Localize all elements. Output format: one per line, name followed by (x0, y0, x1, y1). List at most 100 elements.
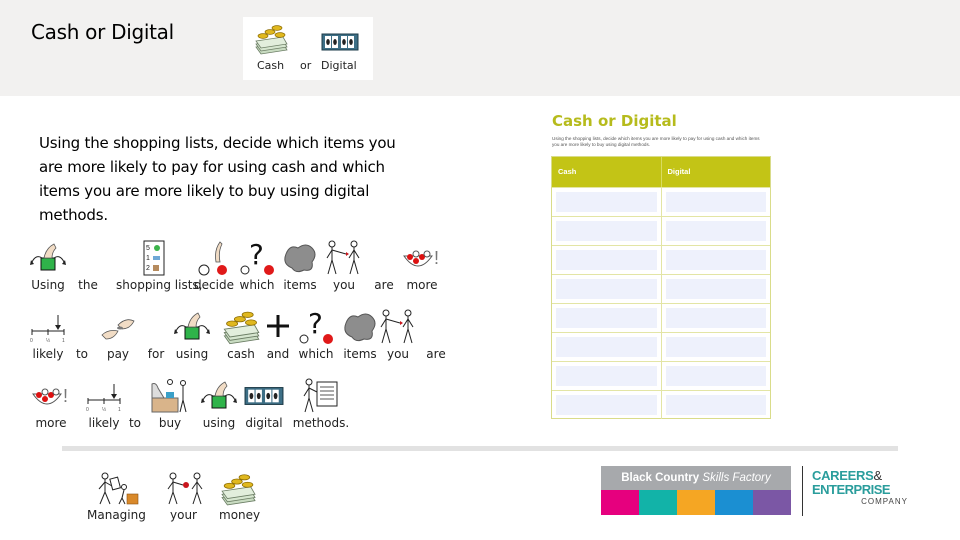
header-band (0, 0, 960, 96)
symbol-word-label: and (266, 347, 290, 361)
symbol-row-2: 0 ½ 1 likely to pay for using cash and? which items… (24, 305, 464, 365)
worksheet-table-cell (552, 304, 662, 332)
symbol-word-label: methods. (292, 416, 350, 430)
symbol-word: are (424, 305, 448, 365)
footer-symbols: Managing your money (80, 468, 280, 528)
worksheet-table-cell (662, 246, 771, 274)
shopping-list-icon: 5 1 2 (134, 240, 174, 276)
worksheet-cell-fill (556, 366, 657, 386)
symbol-word: you (324, 236, 364, 296)
worksheet-table-cell (552, 333, 662, 361)
symbol-word: for (144, 305, 168, 365)
symbol-word-label: are (374, 278, 394, 292)
worksheet-table-cell (662, 333, 771, 361)
symbol-word-label: likely (88, 416, 120, 430)
worksheet-cell-fill (665, 192, 766, 212)
worksheet-cell-fill (556, 221, 657, 241)
symbol-word-label: decide (194, 278, 234, 292)
title-symbol-label: or (300, 59, 312, 72)
symbol-word-label: items (343, 347, 377, 361)
bcsf-logo-stripe (639, 490, 677, 515)
symbol-word: and (264, 305, 292, 365)
title-symbol-label: Cash (257, 59, 285, 72)
you-people-icon (324, 240, 364, 276)
items-blob-icon (340, 309, 380, 345)
symbol-word: pay (96, 305, 140, 365)
symbol-word-label: using (202, 416, 236, 430)
bcsf-logo-stripe (677, 490, 715, 515)
svg-text:0: 0 (30, 338, 33, 344)
worksheet-cell-fill (665, 366, 766, 386)
symbol-word: buy (148, 374, 192, 434)
cash-icon (255, 25, 288, 55)
symbol-word-label: you (386, 347, 410, 361)
cash-icon (221, 309, 261, 345)
using-hand-icon (199, 378, 239, 414)
worksheet-table-row (552, 303, 770, 332)
symbol-word: using (197, 374, 241, 434)
svg-text:?: ? (249, 240, 264, 271)
symbol-word-label: for (147, 347, 165, 361)
worksheet-table-row (552, 390, 770, 419)
managing-icon (98, 472, 139, 505)
symbol-word: digital (242, 374, 286, 434)
bcsf-logo-stripe (601, 490, 639, 515)
more-bowl-icon: ! (31, 378, 71, 414)
worksheet-description: Using the shopping lists, decide which i… (552, 136, 760, 147)
cec-logo-amp: & (873, 468, 882, 483)
symbol-word: cash (219, 305, 263, 365)
symbol-word-label: which (298, 347, 334, 361)
symbol-word-label: pay (106, 347, 130, 361)
symbol-word: 0 ½ 1 likely (82, 374, 126, 434)
more-bowl-icon: ! (402, 240, 442, 276)
symbol-word: ? which (237, 236, 277, 296)
likely-scale-icon: 0 ½ 1 (84, 378, 124, 414)
worksheet-table-cell (662, 304, 771, 332)
bcsf-logo-stripe (753, 490, 791, 515)
which-question-icon: ? (296, 307, 336, 345)
digital-icon (321, 33, 359, 51)
symbol-word: ! more (402, 236, 442, 296)
slide-title: Cash or Digital (31, 20, 174, 44)
worksheet-cell-fill (556, 395, 657, 415)
symbol-word: 5 1 2 shopping lists, (116, 236, 203, 296)
bcsf-logo-stripe (715, 490, 753, 515)
symbol-word: you (378, 305, 418, 365)
worksheet-cell-fill (665, 221, 766, 241)
svg-text:½: ½ (46, 337, 51, 344)
svg-text:0: 0 (86, 407, 89, 413)
worksheet-table-cell (662, 391, 771, 419)
worksheet-table-cell (662, 362, 771, 390)
svg-text:5: 5 (146, 245, 150, 252)
worksheet-table-cell (552, 391, 662, 419)
worksheet-cell-fill (556, 337, 657, 357)
column-header-digital: Digital (667, 167, 691, 176)
worksheet-table-cell (552, 362, 662, 390)
worksheet-table-cell (552, 217, 662, 245)
cec-logo-line1: CAREERS (812, 468, 874, 483)
money-cash-icon (221, 474, 256, 506)
cec-logo-line3: COMPANY (861, 497, 908, 506)
bcsf-logo-text: Black Country Skills Factory (601, 466, 791, 490)
worksheet-table-row (552, 361, 770, 390)
symbol-word-label: are (426, 347, 446, 361)
svg-text:1: 1 (62, 338, 65, 344)
worksheet-table-row (552, 245, 770, 274)
bcsf-logo-stripes (601, 490, 791, 515)
worksheet-table-row (552, 274, 770, 303)
decide-icon (194, 240, 234, 276)
symbol-word: using (170, 305, 214, 365)
symbol-word: items (280, 236, 320, 296)
worksheet-table-cell (662, 188, 771, 216)
which-question-icon: ? (237, 238, 277, 276)
worksheet-preview: Cash or Digital Using the shopping lists… (540, 104, 780, 424)
plus-icon (258, 309, 298, 345)
black-country-skills-factory-logo: Black Country Skills Factory (601, 466, 791, 515)
worksheet-cell-fill (556, 308, 657, 328)
symbol-row-1: Using the 5 1 2 shopping lists, decide? which it… (24, 236, 464, 296)
worksheet-table-cell (662, 275, 771, 303)
divider-bar (62, 446, 898, 451)
worksheet-title: Cash or Digital (552, 112, 677, 130)
footer-symbol-label: your (170, 508, 197, 522)
title-symbol-card: Cash or Digital (243, 17, 373, 80)
